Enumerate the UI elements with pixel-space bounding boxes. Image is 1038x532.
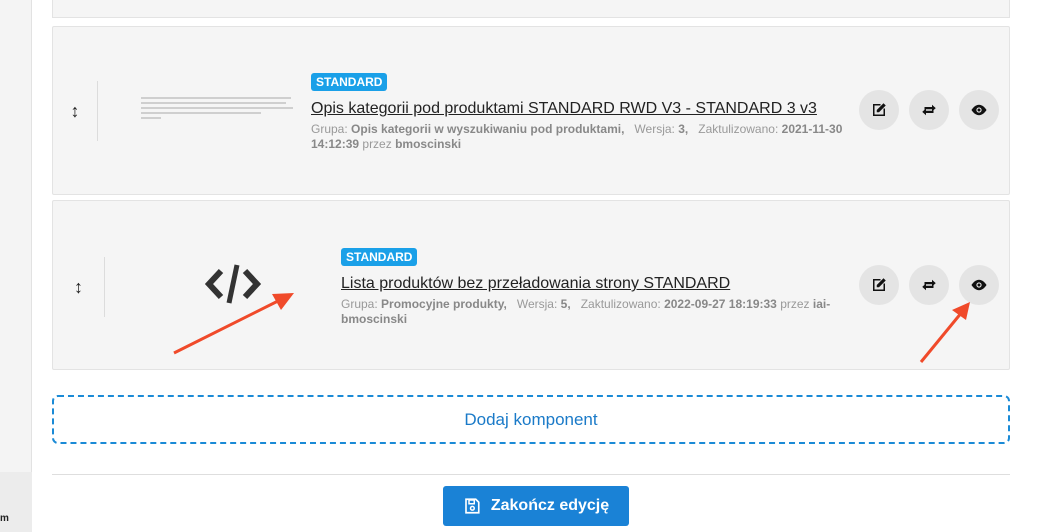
version-value: 5, (560, 297, 571, 311)
eye-icon (971, 104, 987, 116)
component-meta: Grupa: Opis kategorii w wyszukiwaniu pod… (311, 122, 856, 152)
component-card: ↕ STANDARD Opis kategorii pod produktami… (52, 26, 1010, 195)
group-label: Grupa: (311, 122, 348, 136)
save-icon (465, 498, 480, 514)
repeat-button[interactable] (909, 265, 949, 305)
by-label: przez (362, 137, 392, 151)
component-thumbnail (141, 97, 293, 127)
edit-button[interactable] (859, 265, 899, 305)
author-value: bmoscinski (395, 137, 462, 151)
finish-edit-button[interactable]: Zakończ edycję (443, 486, 629, 526)
component-meta: Grupa: Promocyjne produkty, Wersja: 5, Z… (341, 297, 861, 327)
drag-handle-icon[interactable]: ↕ (53, 81, 98, 141)
drag-handle-icon[interactable]: ↕ (53, 257, 105, 317)
component-card: ↕ STANDARD Lista produktów bez przeładow… (52, 200, 1010, 370)
standard-badge: STANDARD (311, 73, 388, 91)
group-value: Promocyjne produkty, (381, 297, 507, 311)
version-label: Wersja: (634, 122, 675, 136)
add-component-button[interactable]: Dodaj komponent (52, 395, 1010, 444)
repeat-icon (922, 279, 936, 291)
group-label: Grupa: (341, 297, 378, 311)
component-title-link[interactable]: Opis kategorii pod produktami STANDARD R… (311, 99, 856, 119)
preview-button[interactable] (959, 265, 999, 305)
by-label: przez (780, 297, 810, 311)
repeat-button[interactable] (909, 90, 949, 130)
preview-button[interactable] (959, 90, 999, 130)
code-icon (205, 264, 261, 304)
edit-button[interactable] (859, 90, 899, 130)
standard-badge: STANDARD (341, 248, 418, 266)
version-label: Wersja: (516, 297, 558, 311)
divider (52, 474, 1010, 475)
component-info: STANDARD Lista produktów bez przeładowan… (341, 248, 861, 327)
edit-icon (873, 103, 886, 116)
group-value: Opis kategorii w wyszukiwaniu pod produk… (351, 122, 625, 136)
eye-icon (971, 279, 987, 291)
finish-edit-label: Zakończ edycję (490, 497, 610, 514)
component-actions (859, 265, 999, 305)
component-info: STANDARD Opis kategorii pod produktami S… (311, 73, 856, 152)
left-sidebar: m (0, 0, 32, 532)
version-value: 3, (678, 122, 689, 136)
updated-value: 2022-09-27 18:19:33 (664, 297, 777, 311)
repeat-icon (922, 104, 936, 116)
updated-label: Zaktulizowano: (580, 297, 661, 311)
edit-icon (873, 278, 886, 291)
updated-label: Zaktulizowano: (698, 122, 779, 136)
sidebar-partial-text: m (0, 513, 9, 524)
previous-component-card (52, 0, 1010, 18)
component-title-link[interactable]: Lista produktów bez przeładowania strony… (341, 274, 861, 294)
component-actions (859, 90, 999, 130)
